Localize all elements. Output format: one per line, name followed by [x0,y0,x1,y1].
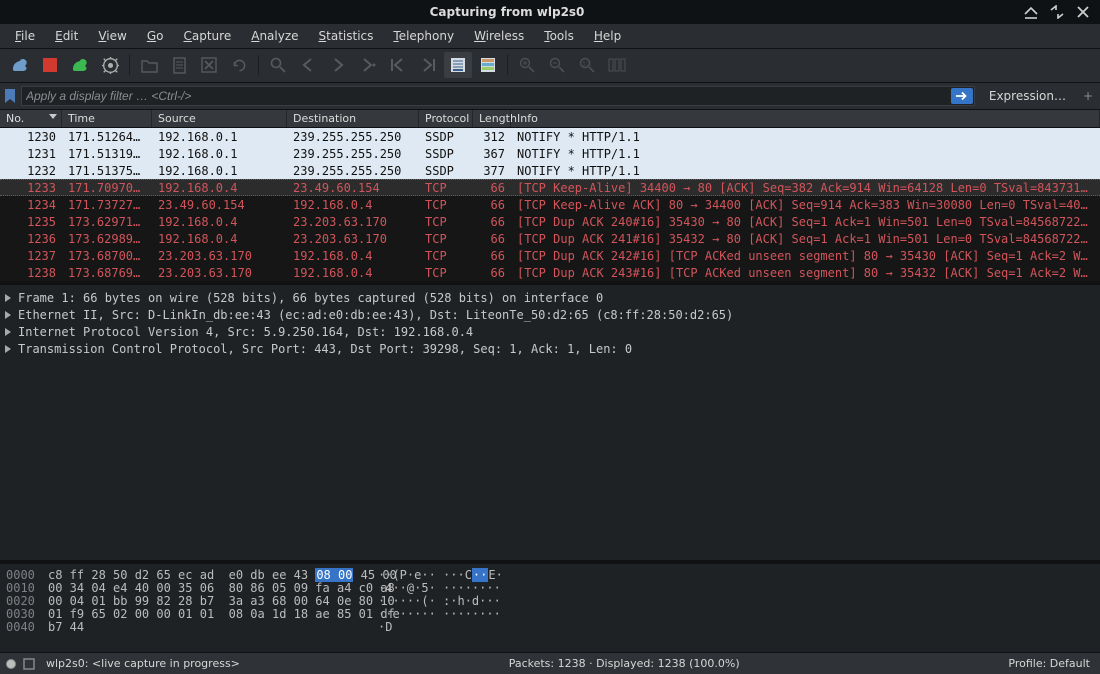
hex-row[interactable]: 001000 34 04 e4 40 00 35 06 80 86 05 09 … [6,581,1094,594]
close-icon[interactable] [1076,5,1090,19]
menu-telephony[interactable]: Telephony [384,25,463,47]
window-title: Capturing from wlp2s0 [0,5,1014,19]
go-forward-icon [324,52,352,78]
capture-options-icon[interactable] [96,52,124,78]
column-source[interactable]: Source [152,110,287,127]
packet-row[interactable]: 1230171.512644196192.168.0.1239.255.255.… [0,128,1100,145]
menu-tools[interactable]: Tools [535,25,583,47]
hex-row[interactable]: 002000 04 01 bb 99 82 28 b7 3a a3 68 00 … [6,594,1094,607]
filter-bar: Expression… + [0,83,1100,111]
expert-info-icon[interactable] [22,657,36,671]
tree-row[interactable]: Frame 1: 66 bytes on wire (528 bits), 66… [2,289,1098,306]
maximize-icon[interactable] [1050,5,1064,19]
auto-scroll-icon[interactable] [444,52,472,78]
packet-row[interactable]: 1238173.68769502623.203.63.170192.168.0.… [0,264,1100,281]
colorize-list-icon[interactable] [474,52,502,78]
goto-first-icon [384,52,412,78]
resize-columns-icon[interactable] [603,52,631,78]
status-left: wlp2s0: <live capture in progress> [42,657,244,670]
expand-icon[interactable] [2,326,14,338]
save-file-icon [165,52,193,78]
tree-row[interactable]: Ethernet II, Src: D-LinkIn_db:ee:43 (ec:… [2,306,1098,323]
packet-row[interactable]: 1232171.513752078192.168.0.1239.255.255.… [0,162,1100,179]
status-right[interactable]: Profile: Default [1004,657,1094,670]
zoom-out-icon[interactable] [543,52,571,78]
packet-bytes-pane[interactable]: 0000c8 ff 28 50 d2 65 ec ad e0 db ee 43 … [0,564,1100,652]
packet-row[interactable]: 1233171.709705586192.168.0.423.49.60.154… [0,179,1100,196]
menu-capture[interactable]: Capture [174,25,240,47]
menu-file[interactable]: File [6,25,44,47]
packet-list-header: No. Time Source Destination Protocol Len… [0,110,1100,128]
hex-row[interactable]: 003001 f9 65 02 00 00 01 01 08 0a 1d 18 … [6,607,1094,620]
status-center: Packets: 1238 · Displayed: 1238 (100.0%) [505,657,744,670]
packet-row[interactable]: 1231171.513195051192.168.0.1239.255.255.… [0,145,1100,162]
hex-row[interactable]: 0040b7 44·D [6,620,1094,633]
column-destination[interactable]: Destination [287,110,419,127]
goto-packet-icon [354,52,382,78]
packet-details-tree[interactable]: Frame 1: 66 bytes on wire (528 bits), 66… [0,285,1100,560]
apply-filter-icon[interactable] [951,88,973,104]
zoom-reset-icon[interactable]: 1:1 [573,52,601,78]
main-toolbar: 1:1 [0,49,1100,82]
add-filter-button[interactable]: + [1080,89,1096,103]
restart-capture-icon[interactable] [66,52,94,78]
packet-row[interactable]: 1234171.73727778823.49.60.154192.168.0.4… [0,196,1100,213]
open-file-icon [135,52,163,78]
go-back-icon [294,52,322,78]
menubar: FileEditViewGoCaptureAnalyzeStatisticsTe… [0,24,1100,50]
stop-capture-icon[interactable] [36,52,64,78]
packet-row[interactable]: 1236173.629890663192.168.0.423.203.63.17… [0,230,1100,247]
column-info[interactable]: Info [511,110,1100,127]
tree-row[interactable]: Transmission Control Protocol, Src Port:… [2,340,1098,357]
menu-statistics[interactable]: Statistics [310,25,383,47]
titlebar: Capturing from wlp2s0 [0,0,1100,24]
menu-analyze[interactable]: Analyze [242,25,307,47]
menu-go[interactable]: Go [138,25,173,47]
expression-button[interactable]: Expression… [981,85,1074,107]
start-capture-icon[interactable] [6,52,34,78]
packet-row[interactable]: 1235173.629717229192.168.0.423.203.63.17… [0,213,1100,230]
expand-icon[interactable] [2,309,14,321]
capture-led-icon [6,659,16,669]
packet-row[interactable]: 1237173.68700685723.203.63.170192.168.0.… [0,247,1100,264]
statusbar: wlp2s0: <live capture in progress> Packe… [0,652,1100,674]
expand-icon[interactable] [2,343,14,355]
sort-indicator-icon [49,114,57,119]
packet-list[interactable]: 1230171.512644196192.168.0.1239.255.255.… [0,128,1100,281]
zoom-in-icon[interactable] [513,52,541,78]
menu-edit[interactable]: Edit [46,25,87,47]
tree-row[interactable]: Internet Protocol Version 4, Src: 5.9.25… [2,323,1098,340]
reload-icon [225,52,253,78]
goto-last-icon [414,52,442,78]
close-file-icon [195,52,223,78]
bookmark-icon[interactable] [4,89,18,103]
column-length[interactable]: Length [473,110,511,127]
expand-icon[interactable] [2,292,14,304]
column-protocol[interactable]: Protocol [419,110,473,127]
display-filter-input[interactable] [21,86,975,106]
minimize-icon[interactable] [1024,5,1038,19]
menu-view[interactable]: View [89,25,135,47]
menu-wireless[interactable]: Wireless [465,25,533,47]
column-no[interactable]: No. [0,110,62,127]
svg-text:1:1: 1:1 [582,61,592,68]
hex-row[interactable]: 0000c8 ff 28 50 d2 65 ec ad e0 db ee 43 … [6,568,1094,581]
column-time[interactable]: Time [62,110,152,127]
menu-help[interactable]: Help [585,25,630,47]
find-icon [264,52,292,78]
